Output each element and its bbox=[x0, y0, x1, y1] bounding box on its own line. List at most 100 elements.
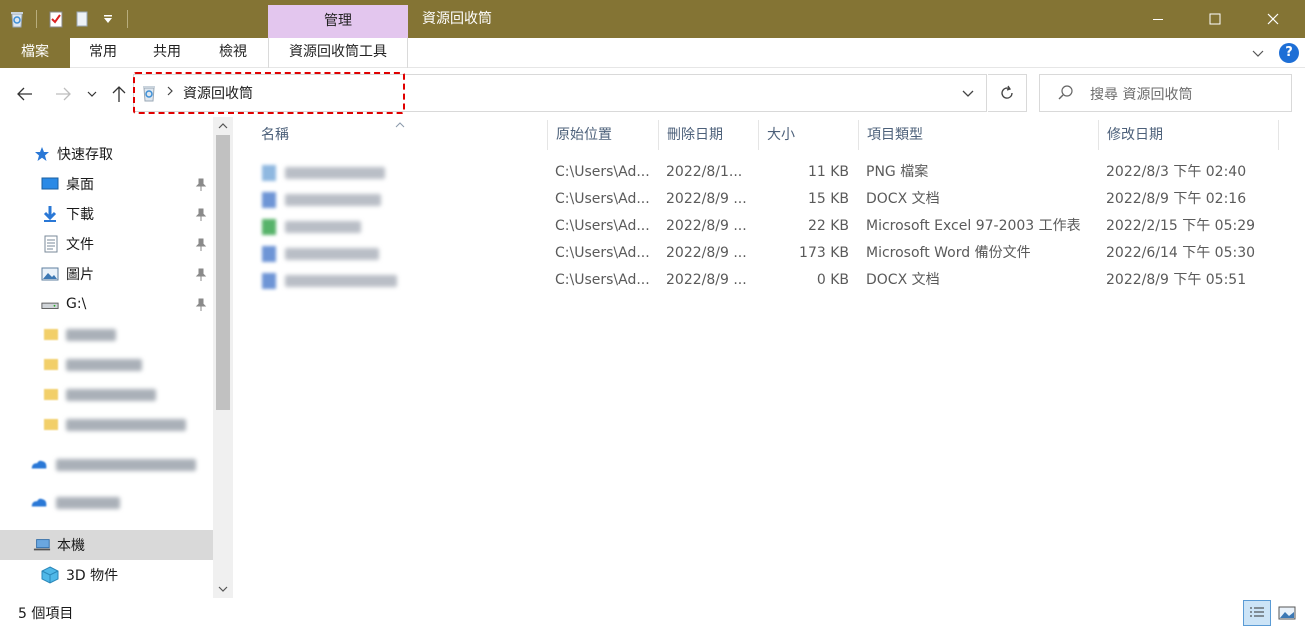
minimize-icon bbox=[1153, 19, 1163, 20]
up-button[interactable] bbox=[106, 80, 132, 108]
pin-icon bbox=[195, 268, 207, 281]
nav-label: G:\ bbox=[66, 296, 87, 312]
back-button[interactable] bbox=[12, 80, 38, 108]
navpane-scrollbar[interactable] bbox=[213, 117, 233, 598]
cell-date-modified: 2022/2/15 下午 05:29 bbox=[1106, 218, 1256, 234]
close-button[interactable] bbox=[1250, 0, 1296, 38]
large-icons-view-icon bbox=[1278, 606, 1296, 620]
scroll-down-button[interactable] bbox=[213, 580, 233, 598]
address-history-button[interactable] bbox=[958, 84, 978, 106]
cell-date-deleted: 2022/8/9 ... bbox=[666, 218, 747, 234]
cell-item-type: Microsoft Excel 97-2003 工作表 bbox=[866, 218, 1081, 234]
nav-folder[interactable] bbox=[0, 349, 213, 379]
blurred-label bbox=[66, 359, 142, 371]
table-row[interactable]: C:\Users\Ad... 2022/8/9 ... 0 KB DOCX 文档… bbox=[253, 267, 1283, 294]
table-row[interactable]: C:\Users\Ad... 2022/8/9 ... 173 KB Micro… bbox=[253, 240, 1283, 267]
details-view-icon bbox=[1250, 607, 1264, 617]
cube-icon bbox=[41, 566, 59, 584]
file-icon bbox=[262, 192, 276, 208]
tab-manage[interactable]: 管理 bbox=[268, 5, 408, 38]
recycle-bin-app-icon[interactable] bbox=[6, 7, 28, 31]
scroll-up-button[interactable] bbox=[213, 117, 233, 135]
maximize-icon bbox=[1209, 13, 1221, 25]
tab-view[interactable]: 檢視 bbox=[206, 38, 260, 68]
cell-item-type: DOCX 文档 bbox=[866, 272, 940, 288]
nav-folder[interactable] bbox=[0, 409, 213, 439]
folder-icon bbox=[42, 325, 60, 343]
nav-this-pc[interactable]: 本機 bbox=[0, 530, 213, 560]
cell-date-modified: 2022/8/9 下午 02:16 bbox=[1106, 191, 1247, 207]
column-header-original-location[interactable]: 原始位置 bbox=[548, 120, 659, 150]
arrow-right-icon bbox=[56, 87, 71, 101]
chevron-down-icon bbox=[218, 586, 228, 592]
file-icon bbox=[262, 165, 276, 181]
cell-original-location: C:\Users\Ad... bbox=[555, 218, 650, 234]
arrow-up-icon bbox=[112, 86, 126, 102]
nav-label: 桌面 bbox=[66, 177, 94, 193]
nav-3d-objects[interactable]: 3D 物件 bbox=[0, 560, 213, 590]
nav-folder[interactable] bbox=[0, 319, 213, 349]
nav-quick-access[interactable]: 快速存取 bbox=[0, 139, 213, 169]
blurred-label bbox=[66, 389, 156, 401]
tab-recycle-bin-tools[interactable]: 資源回收筒工具 bbox=[268, 38, 408, 68]
nav-folder[interactable] bbox=[0, 379, 213, 409]
minimize-button[interactable] bbox=[1135, 0, 1181, 38]
nav-desktop[interactable]: 桌面 bbox=[0, 169, 213, 199]
nav-pictures[interactable]: 圖片 bbox=[0, 259, 213, 289]
table-row[interactable]: C:\Users\Ad... 2022/8/9 ... 15 KB DOCX 文… bbox=[253, 186, 1283, 213]
scroll-thumb[interactable] bbox=[216, 135, 230, 410]
refresh-button[interactable] bbox=[988, 74, 1027, 112]
maximize-button[interactable] bbox=[1192, 0, 1238, 38]
column-header-date-deleted[interactable]: 刪除日期 bbox=[659, 120, 759, 150]
cloud-icon bbox=[30, 493, 48, 511]
help-button[interactable]: ? bbox=[1279, 43, 1299, 63]
ribbon-tabs: 檔案 常用 共用 檢視 資源回收筒工具 bbox=[0, 38, 1305, 68]
large-icons-view-button[interactable] bbox=[1273, 600, 1301, 626]
nav-onedrive[interactable] bbox=[0, 487, 213, 517]
new-folder-icon[interactable] bbox=[71, 7, 93, 31]
column-header-item-type[interactable]: 項目類型 bbox=[859, 120, 1099, 150]
nav-documents[interactable]: 文件 bbox=[0, 229, 213, 259]
cell-original-location: C:\Users\Ad... bbox=[555, 191, 650, 207]
expand-ribbon-button[interactable] bbox=[1249, 44, 1267, 62]
cell-date-modified: 2022/6/14 下午 05:30 bbox=[1106, 245, 1256, 261]
customize-toolbar-icon[interactable] bbox=[97, 7, 119, 31]
tab-file[interactable]: 檔案 bbox=[0, 38, 70, 68]
blurred-file-name bbox=[285, 248, 379, 260]
pictures-icon bbox=[41, 265, 59, 283]
blurred-file-name bbox=[285, 167, 385, 179]
chevron-down-icon bbox=[962, 90, 974, 97]
column-header-date-modified[interactable]: 修改日期 bbox=[1099, 120, 1279, 150]
window-title: 資源回收筒 bbox=[422, 11, 492, 27]
cell-date-modified: 2022/8/9 下午 05:51 bbox=[1106, 272, 1247, 288]
tab-home[interactable]: 常用 bbox=[76, 38, 130, 68]
nav-onedrive[interactable] bbox=[0, 449, 213, 479]
cloud-icon bbox=[30, 455, 48, 473]
details-view-button[interactable] bbox=[1243, 600, 1271, 626]
nav-downloads[interactable]: 下載 bbox=[0, 199, 213, 229]
tab-share[interactable]: 共用 bbox=[140, 38, 194, 68]
properties-icon[interactable] bbox=[45, 7, 67, 31]
forward-button[interactable] bbox=[50, 80, 76, 108]
blurred-file-name bbox=[285, 194, 381, 206]
column-header-name[interactable]: 名稱 bbox=[253, 120, 548, 150]
file-icon bbox=[262, 219, 276, 235]
column-header-size[interactable]: 大小 bbox=[759, 120, 859, 150]
pin-icon bbox=[195, 208, 207, 221]
cell-original-location: C:\Users\Ad... bbox=[555, 164, 650, 180]
blurred-label bbox=[56, 497, 120, 509]
chevron-up-icon bbox=[218, 123, 228, 129]
nav-label: 3D 物件 bbox=[66, 568, 119, 584]
search-icon bbox=[1057, 84, 1075, 106]
pin-icon bbox=[195, 298, 207, 311]
cell-item-type: Microsoft Word 備份文件 bbox=[866, 245, 1031, 261]
file-icon bbox=[262, 246, 276, 262]
cell-size: 173 KB bbox=[799, 245, 849, 261]
table-row[interactable]: C:\Users\Ad... 2022/8/1... 11 KB PNG 檔案 … bbox=[253, 159, 1283, 186]
blurred-file-name bbox=[285, 221, 361, 233]
blurred-label bbox=[66, 419, 186, 431]
table-row[interactable]: C:\Users\Ad... 2022/8/9 ... 22 KB Micros… bbox=[253, 213, 1283, 240]
recent-locations-button[interactable] bbox=[82, 80, 102, 108]
star-icon bbox=[33, 145, 51, 163]
nav-drive-g[interactable]: G:\ bbox=[0, 289, 213, 319]
